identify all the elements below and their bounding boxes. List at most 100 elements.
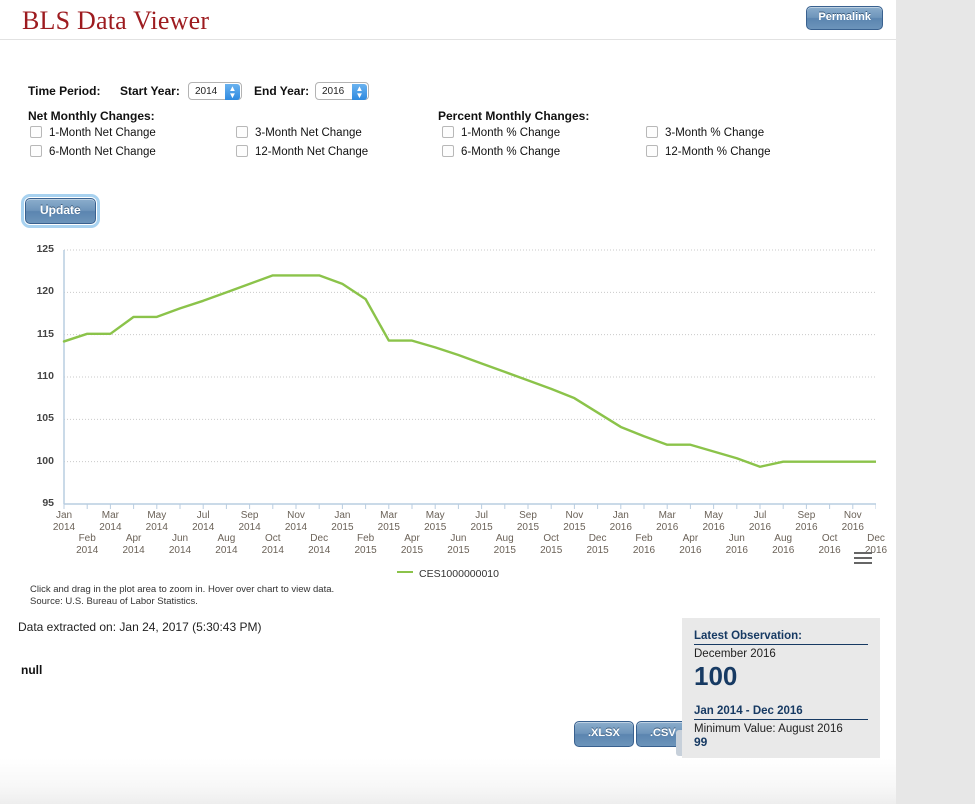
chart[interactable]: 95 100 105 110 115 120 125 Jan 2014 Feb 2014 Mar 20… (20, 238, 887, 608)
checkbox-net-3month[interactable]: 3-Month Net Change (236, 126, 362, 139)
x-axis-tick-label: Sep 2015 (516, 510, 540, 533)
checkbox-label[interactable]: 1-Month Net Change (49, 127, 156, 139)
latest-observation-value: 100 (694, 661, 738, 691)
checkbox-label[interactable]: 6-Month % Change (461, 146, 560, 158)
end-year-value: 2016 (322, 86, 345, 97)
x-axis-tick-label: Mar 2015 (377, 510, 400, 533)
checkbox-net-12month[interactable]: 12-Month Net Change (236, 145, 368, 158)
page-title: BLS Data Viewer (22, 6, 210, 35)
page-bottom-fade (0, 758, 896, 804)
checkbox-pct-6month[interactable]: 6-Month % Change (442, 145, 560, 158)
x-axis-tick-label: Jan 2016 (609, 510, 632, 533)
x-axis-tick-label: May 2015 (424, 510, 447, 533)
x-axis-tick-label: Jan 2014 (52, 510, 76, 533)
permalink-button[interactable]: Permalink (806, 6, 883, 30)
y-axis-tick-label: 125 (36, 243, 54, 255)
start-year-label: Start Year: (120, 84, 180, 98)
x-axis-tick-label: Apr 2016 (679, 533, 702, 556)
checkbox-input[interactable] (442, 126, 454, 138)
x-axis-tick-label: Aug 2016 (772, 533, 795, 556)
checkbox-label[interactable]: 3-Month % Change (665, 127, 764, 139)
legend-label[interactable]: CES1000000010 (419, 568, 499, 580)
x-axis-tick-label: Oct 2016 (818, 533, 841, 556)
checkbox-label[interactable]: 12-Month % Change (665, 146, 770, 158)
x-axis-tick-label: Aug 2015 (493, 533, 516, 556)
minimum-value-label: Minimum Value: August 2016 (694, 723, 843, 735)
y-axis-tick-label: 115 (37, 327, 54, 340)
legend-line-swatch (397, 571, 413, 573)
net-monthly-changes-title: Net Monthly Changes: (28, 109, 155, 123)
x-axis-tick-label: Jan 2015 (331, 510, 354, 533)
x-axis-tick-label: Nov 2016 (841, 510, 864, 533)
x-axis-tick-label: Jun 2016 (725, 533, 748, 556)
page-header: BLS Data Viewer Permalink (0, 0, 896, 40)
checkbox-label[interactable]: 12-Month Net Change (255, 146, 368, 158)
hamburger-menu-icon[interactable] (854, 552, 872, 567)
latest-observation-title: Latest Observation: (694, 630, 868, 645)
x-axis-tick-label: Jun 2015 (447, 533, 470, 556)
chevron-updown-icon: ▲ ▼ (225, 84, 240, 100)
x-axis-tick-label: Apr 2015 (400, 533, 424, 556)
x-axis-tick-label: Jul 2015 (470, 510, 493, 533)
checkbox-net-6month[interactable]: 6-Month Net Change (30, 145, 156, 158)
checkbox-input[interactable] (646, 145, 658, 157)
page-container: BLS Data Viewer Permalink Time Period: S… (0, 0, 896, 804)
checkbox-pct-1month[interactable]: 1-Month % Change (442, 126, 560, 139)
x-axis-tick-label: Feb 2015 (354, 533, 377, 556)
checkbox-input[interactable] (236, 126, 248, 138)
x-axis-tick-label: Apr 2014 (122, 533, 145, 556)
checkbox-input[interactable] (646, 126, 658, 138)
end-year-select[interactable]: 2016 ▲ ▼ (315, 82, 369, 100)
download-xlsx-button[interactable]: .XLSX (574, 721, 634, 747)
x-axis-tick-label: Feb 2016 (632, 533, 656, 556)
chevron-updown-icon: ▲ ▼ (352, 84, 367, 100)
checkbox-label[interactable]: 1-Month % Change (461, 127, 560, 139)
y-axis-tick-label: 105 (36, 412, 54, 425)
x-axis-tick-label: Nov 2014 (284, 510, 308, 533)
range-title: Jan 2014 - Dec 2016 (694, 705, 868, 720)
y-axis-tick-label: 110 (37, 370, 54, 382)
x-axis-tick-label: Jun 2014 (168, 533, 192, 556)
end-year-label: End Year: (254, 84, 310, 98)
x-axis-tick-label: Jul 2014 (192, 510, 215, 533)
x-axis-tick-label: Mar 2014 (99, 510, 122, 533)
checkbox-label[interactable]: 3-Month Net Change (255, 127, 362, 139)
x-axis-tick-label: Sep 2014 (238, 510, 261, 533)
checkbox-net-1month[interactable]: 1-Month Net Change (30, 126, 156, 139)
y-axis-tick-label: 120 (36, 285, 54, 298)
checkbox-input[interactable] (236, 145, 248, 157)
x-axis-tick-label: Oct 2014 (261, 533, 284, 556)
start-year-select[interactable]: 2014 ▲ ▼ (188, 82, 242, 100)
update-button[interactable]: Update (21, 194, 100, 228)
checkbox-input[interactable] (442, 145, 454, 157)
start-year-value: 2014 (195, 86, 218, 97)
x-axis-tick-label: May 2014 (145, 510, 168, 533)
checkbox-input[interactable] (30, 126, 42, 138)
x-axis-tick-label: Jul 2016 (748, 510, 772, 533)
x-axis-tick-label: Mar 2016 (656, 510, 679, 533)
x-axis-tick-label: Dec 2014 (308, 533, 331, 556)
x-axis-tick-label: Feb 2014 (76, 533, 99, 556)
x-axis-tick-label: May 2016 (702, 510, 725, 533)
x-axis-tick-label: Nov 2015 (563, 510, 586, 533)
chart-note: Click and drag in the plot area to zoom … (30, 584, 334, 608)
x-axis-tick-label: Dec 2015 (586, 533, 609, 556)
x-axis-tick-label: Aug 2014 (215, 533, 238, 556)
data-extracted-label: Data extracted on: Jan 24, 2017 (5:30:43… (18, 620, 262, 634)
null-text: null (21, 663, 43, 677)
minimum-value: 99 (694, 735, 708, 749)
chart-note-line1: Click and drag in the plot area to zoom … (30, 584, 335, 595)
checkbox-input[interactable] (30, 145, 42, 157)
chart-note-line2: Source: U.S. Bureau of Labor Statistics. (30, 596, 198, 607)
y-axis-tick-label: 95 (42, 497, 54, 509)
percent-monthly-changes-title: Percent Monthly Changes: (438, 109, 590, 123)
checkbox-pct-3month[interactable]: 3-Month % Change (646, 126, 764, 139)
x-axis-tick-label: Sep 2016 (795, 510, 818, 533)
checkbox-label[interactable]: 6-Month Net Change (49, 146, 156, 158)
chart-plot[interactable] (20, 238, 876, 538)
time-period-label: Time Period: (28, 84, 101, 98)
chart-legend[interactable]: CES1000000010 (20, 568, 876, 580)
latest-observation-date: December 2016 (694, 648, 776, 660)
y-axis-tick-label: 100 (36, 454, 54, 467)
checkbox-pct-12month[interactable]: 12-Month % Change (646, 145, 770, 158)
